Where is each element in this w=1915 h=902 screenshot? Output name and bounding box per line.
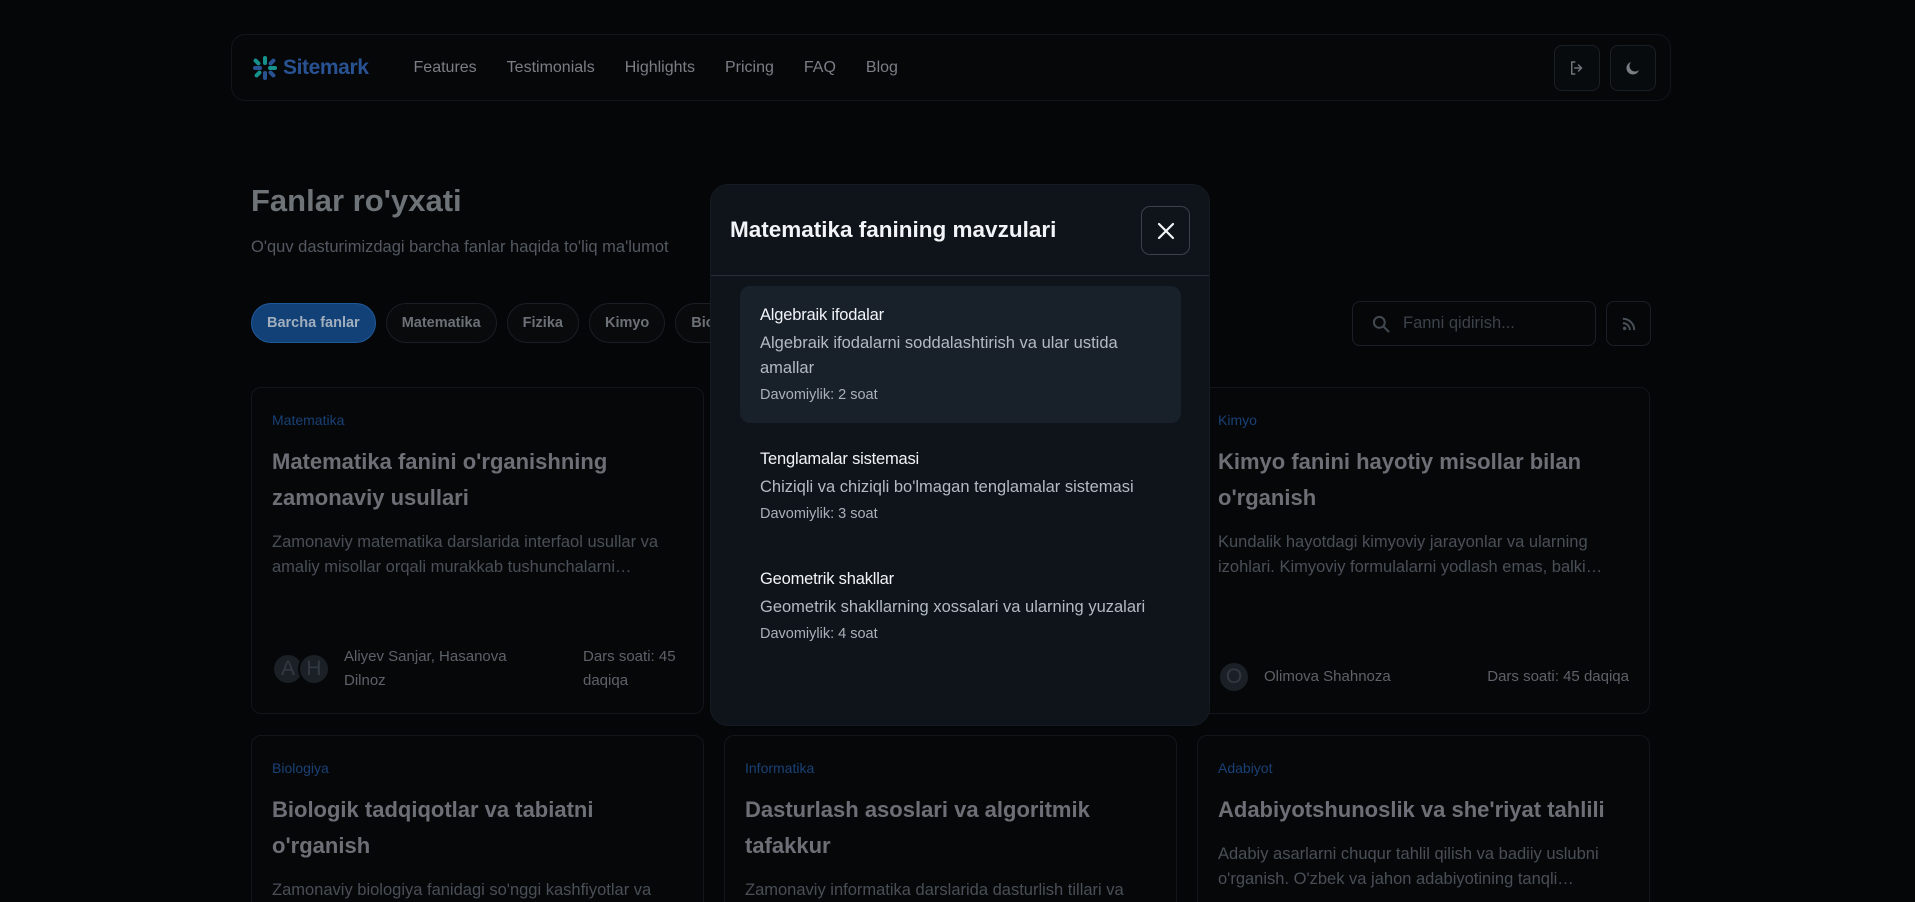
close-button[interactable] [1141,206,1190,255]
topic-name: Geometrik shakllar [760,570,894,588]
topic-description: Algebraik ifodalarni soddalashtirish va … [760,334,1118,377]
topic-name: Algebraik ifodalar [760,306,884,324]
topic-description: Geometrik shakllarning xossalari va ular… [760,598,1146,616]
topic-item[interactable]: Algebraik ifodalar Algebraik ifodalarni … [740,286,1181,423]
topic-duration: Davomiylik: 4 soat [760,626,878,642]
topic-name: Tenglamalar sistemasi [760,450,920,468]
topic-duration: Davomiylik: 2 soat [760,387,878,403]
topic-duration: Davomiylik: 3 soat [760,506,878,522]
modal-title: Matematika fanining mavzulari [730,217,1057,242]
close-icon [1157,222,1174,239]
topic-item[interactable]: Tenglamalar sistemasi Chiziqli va chiziq… [740,430,1181,542]
modal-header: Matematika fanining mavzulari [711,185,1209,276]
topic-description: Chiziqli va chiziqli bo'lmagan tenglamal… [760,478,1134,496]
topics-modal: Matematika fanining mavzulari Algebraik … [710,184,1210,726]
topic-item[interactable]: Geometrik shakllar Geometrik shakllarnin… [740,550,1181,662]
